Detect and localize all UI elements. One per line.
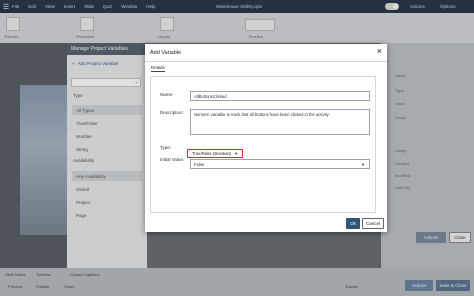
cancel-button[interactable]: Cancel [362, 218, 384, 229]
description-label: Description: [160, 110, 184, 115]
dialog-title: Add Variable [150, 50, 182, 56]
add-variable-dialog: Add Variable × Details Name: AllButtonsC… [145, 44, 387, 232]
description-field[interactable]: Numeric variable to track that all butto… [190, 109, 370, 135]
initial-value-select[interactable]: False ▼ [190, 159, 370, 169]
chevron-down-icon: ▼ [361, 161, 365, 167]
type-label: Type: [160, 145, 172, 150]
close-icon[interactable]: × [377, 47, 382, 56]
chevron-down-icon: ▼ [234, 151, 239, 156]
initial-value-text: False [194, 161, 205, 167]
tab-details[interactable]: Details [151, 65, 165, 72]
type-select-value: True/False (Boolean) [192, 151, 232, 156]
ok-button[interactable]: Ok [346, 218, 360, 229]
name-field[interactable]: AllButtonsClicked [190, 91, 370, 101]
dialog-divider [145, 61, 387, 62]
initial-value-label: Initial Value: [160, 157, 185, 162]
type-select[interactable]: True/False (Boolean) ▼ [187, 149, 243, 158]
name-label: Name: [160, 92, 174, 97]
